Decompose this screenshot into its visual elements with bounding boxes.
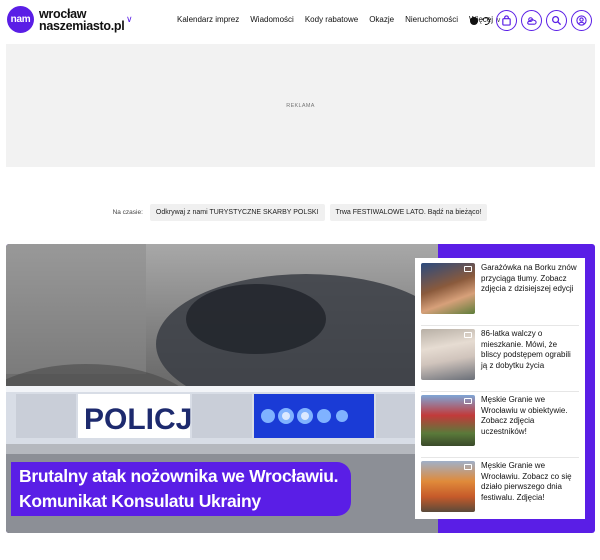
logo-line-site: naszemiasto.pl: [39, 18, 125, 33]
city-chevron-down-icon[interactable]: ∨: [126, 14, 133, 25]
side-article[interactable]: 86-latka walczy o mieszkanie. Mówi, że b…: [421, 329, 579, 392]
moon-icon: [480, 15, 492, 26]
gallery-camera-icon: [464, 398, 472, 404]
article-thumbnail: [421, 395, 475, 446]
hero-section: POLICJA Brutalny atak nożownika we Wrocł…: [6, 244, 595, 533]
gallery-camera-icon: [464, 464, 472, 470]
search-icon[interactable]: [546, 10, 567, 31]
nav-item-kody-rabatowe[interactable]: Kody rabatowe: [305, 15, 358, 24]
site-header: nam wrocław naszemiasto.pl ∨ Kalendarz i…: [0, 0, 600, 46]
weather-icon[interactable]: [521, 10, 542, 31]
header-icons: [470, 10, 592, 31]
trending-chip-turystyczne[interactable]: Odkrywaj z nami TURYSTYCZNE SKARBY POLSK…: [149, 204, 325, 221]
logo-badge: nam: [7, 6, 34, 33]
side-articles: Garażówka na Borku znów przyciąga tłumy.…: [415, 258, 585, 519]
user-icon[interactable]: [571, 10, 592, 31]
article-thumbnail: [421, 461, 475, 512]
ad-slot: REKLAMA: [6, 44, 595, 167]
nav-item-wiadomosci[interactable]: Wiadomości: [250, 15, 294, 24]
shopping-bag-icon[interactable]: [496, 10, 517, 31]
trending-bar: Na czasie: Odkrywaj z nami TURYSTYCZNE S…: [0, 204, 600, 221]
side-article-title: 86-latka walczy o mieszkanie. Mówi, że b…: [481, 329, 571, 370]
logo-line-city: wrocław: [39, 6, 87, 21]
side-article[interactable]: Męskie Granie we Wrocławiu. Zobacz co si…: [421, 461, 579, 524]
logo-text: wrocław naszemiasto.pl: [39, 6, 125, 33]
site-logo[interactable]: nam wrocław naszemiasto.pl: [7, 6, 125, 33]
article-thumbnail: [421, 263, 475, 314]
trending-chip-festiwalowe[interactable]: Trwa FESTIWALOWE LATO. Bądź na bieżąco!: [329, 204, 488, 221]
nav-item-kalendarz[interactable]: Kalendarz imprez: [177, 15, 239, 24]
article-thumbnail: [421, 329, 475, 380]
ad-label: REKLAMA: [286, 102, 315, 109]
theme-toggle-icon[interactable]: [470, 15, 492, 27]
gallery-camera-icon: [464, 266, 472, 272]
nav-item-nieruchomosci[interactable]: Nieruchomości: [405, 15, 458, 24]
trending-label: Na czasie:: [112, 209, 143, 216]
side-article[interactable]: Garażówka na Borku znów przyciąga tłumy.…: [421, 263, 579, 326]
side-article-title: Męskie Granie we Wrocławiu w obiektywie.…: [481, 395, 568, 436]
side-article-title: Garażówka na Borku znów przyciąga tłumy.…: [481, 263, 577, 293]
gallery-camera-icon: [464, 332, 472, 338]
sun-dark-icon: [470, 16, 478, 25]
side-article-title: Męskie Granie we Wrocławiu. Zobacz co si…: [481, 461, 572, 502]
hero-title-link[interactable]: Brutalny atak nożownika we Wrocławiu. Ko…: [11, 462, 351, 516]
side-article[interactable]: Męskie Granie we Wrocławiu w obiektywie.…: [421, 395, 579, 458]
nav-item-okazje[interactable]: Okazje: [369, 15, 394, 24]
main-nav: Kalendarz imprez Wiadomości Kody rabatow…: [177, 15, 512, 24]
